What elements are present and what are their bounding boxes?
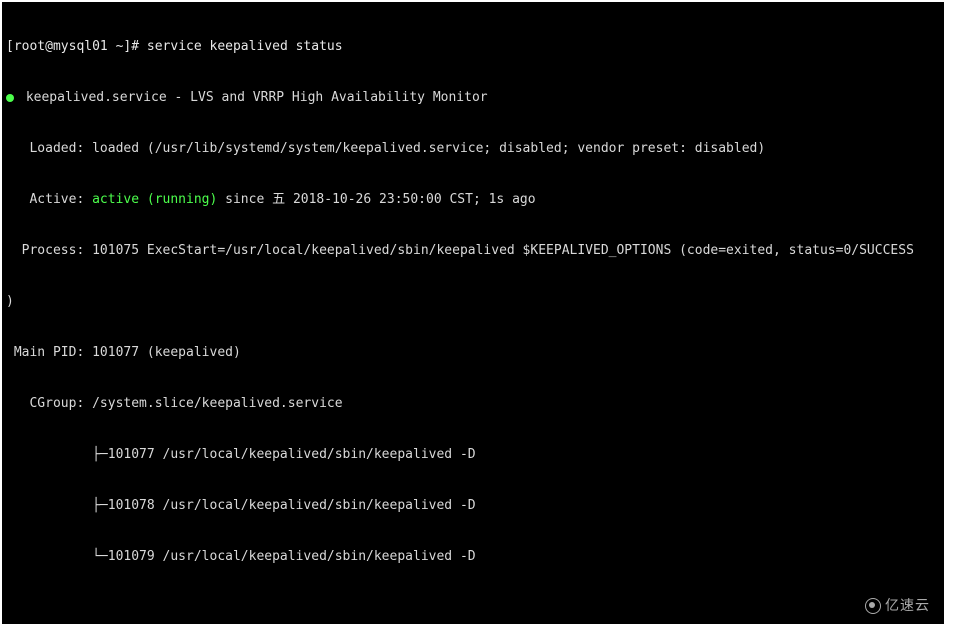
line-process: Process: 101075 ExecStart=/usr/local/kee… <box>6 242 940 259</box>
line-cgroup-3: └─101079 /usr/local/keepalived/sbin/keep… <box>6 548 940 565</box>
line-cgroup: CGroup: /system.slice/keepalived.service <box>6 395 940 412</box>
line-service-header: keepalived.service - LVS and VRRP High A… <box>6 89 940 106</box>
line-process-close: ) <box>6 293 940 310</box>
line-mainpid: Main PID: 101077 (keepalived) <box>6 344 940 361</box>
line-cgroup-2: ├─101078 /usr/local/keepalived/sbin/keep… <box>6 497 940 514</box>
line-cmd1: [root@mysql01 ~]# service keepalived sta… <box>6 38 940 55</box>
line-cgroup-1: ├─101077 /usr/local/keepalived/sbin/keep… <box>6 446 940 463</box>
line-blank <box>6 599 940 616</box>
watermark: 亿速云 <box>861 595 934 616</box>
watermark-logo-icon <box>865 598 881 614</box>
line-active: Active: active (running) since 五 2018-10… <box>6 191 940 208</box>
status-dot-icon <box>6 94 14 102</box>
line-loaded: Loaded: loaded (/usr/lib/systemd/system/… <box>6 140 940 157</box>
terminal-window[interactable]: [root@mysql01 ~]# service keepalived sta… <box>0 0 946 626</box>
